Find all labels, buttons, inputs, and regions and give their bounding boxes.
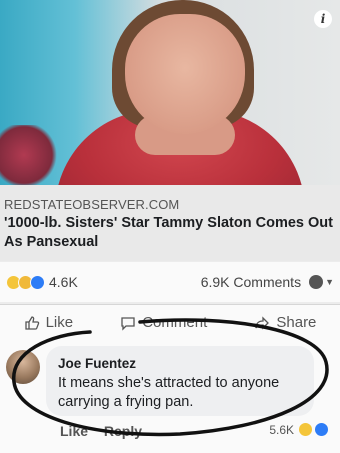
comment-like-button[interactable]: Like (60, 423, 88, 439)
share-button[interactable]: Share (254, 314, 316, 331)
link-preview[interactable]: REDSTATEOBSERVER.COM '1000-lb. Sisters' … (0, 185, 340, 261)
comment-bubble[interactable]: Joe Fuentez It means she's attracted to … (46, 346, 314, 416)
like-reaction-icon (314, 422, 329, 437)
commenter-avatar[interactable] (6, 350, 40, 384)
share-icon (255, 315, 270, 330)
share-label: Share (276, 314, 317, 331)
comment-reactions[interactable]: 5.6K (269, 422, 329, 437)
reactions-count[interactable]: 4.6K (49, 274, 78, 290)
comment-button[interactable]: Comment (120, 314, 207, 331)
comment-label: Comment (142, 314, 208, 331)
like-button[interactable]: Like (24, 314, 74, 331)
link-domain: REDSTATEOBSERVER.COM (4, 197, 180, 212)
reaction-icons[interactable]: 4.6K (6, 274, 78, 290)
post-photo[interactable]: i (0, 0, 340, 185)
photo-face (125, 14, 245, 134)
link-title[interactable]: '1000-lb. Sisters' Star Tammy Slaton Com… (4, 214, 336, 252)
comment-actions: Like Reply (60, 423, 154, 439)
comment-section: Joe Fuentez It means she's attracted to … (0, 340, 340, 453)
info-icon[interactable]: i (314, 10, 332, 28)
post-actions: Like Comment Share (0, 304, 340, 340)
plant-decoration (0, 125, 60, 185)
comment-reply-button[interactable]: Reply (104, 423, 142, 439)
comment-reactions-count: 5.6K (269, 422, 294, 437)
commenter-name[interactable]: Joe Fuentez (58, 356, 302, 371)
haha-reaction-icon (298, 422, 313, 437)
comment-icon (121, 316, 135, 331)
comment-text: It means she's attracted to anyone carry… (58, 375, 280, 410)
post-stats: 4.6K 6.9K Comments ▼ (0, 262, 340, 302)
viewer-avatar-icon[interactable] (309, 275, 324, 289)
like-reaction-icon (30, 274, 45, 290)
chevron-down-icon[interactable]: ▼ (325, 277, 334, 287)
comments-count[interactable]: 6.9K Comments (201, 274, 301, 290)
thumbs-up-icon (24, 315, 39, 330)
like-label: Like (45, 314, 74, 331)
